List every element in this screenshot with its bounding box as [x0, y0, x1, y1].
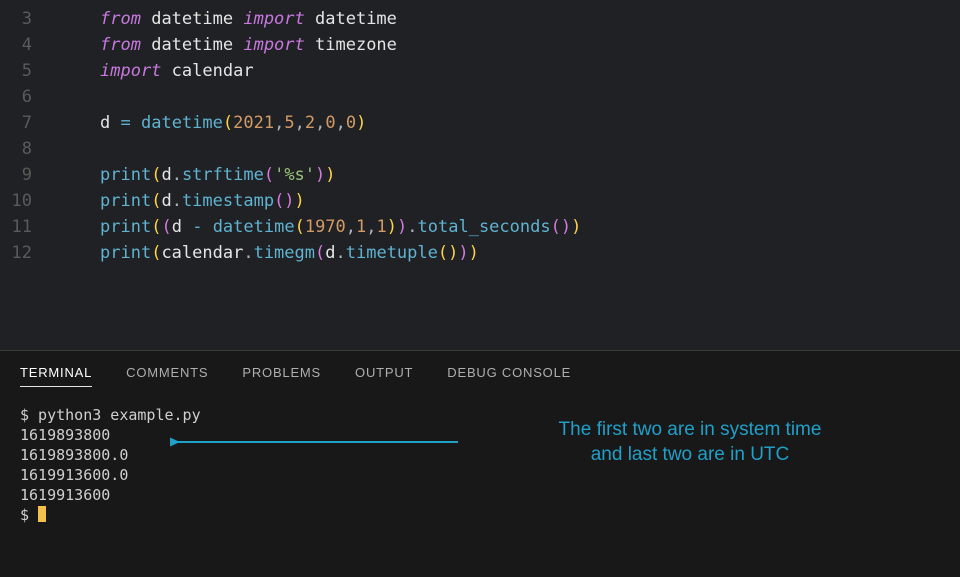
code-line[interactable]: 12print(calendar.timegm(d.timetuple())): [0, 240, 960, 266]
bottom-panel: TERMINAL COMMENTS PROBLEMS OUTPUT DEBUG CONS…: [0, 350, 960, 577]
code-line[interactable]: 11print((d - datetime(1970,1,1)).total_s…: [0, 214, 960, 240]
panel-tab-output[interactable]: OUTPUT: [355, 365, 413, 387]
code-content[interactable]: import calendar: [60, 58, 254, 84]
code-line[interactable]: 10print(d.timestamp()): [0, 188, 960, 214]
code-content[interactable]: print(d.timestamp()): [60, 188, 305, 214]
code-line[interactable]: 6: [0, 84, 960, 110]
code-line[interactable]: 5import calendar: [0, 58, 960, 84]
terminal-body[interactable]: $ python3 example.py16198938001619893800…: [0, 397, 960, 525]
code-line[interactable]: 3from datetime import datetime: [0, 6, 960, 32]
line-number: 5: [0, 58, 60, 84]
panel-tab-terminal[interactable]: TERMINAL: [20, 365, 92, 387]
panel-tab-comments[interactable]: COMMENTS: [126, 365, 208, 387]
code-line[interactable]: 4from datetime import timezone: [0, 32, 960, 58]
line-number: 9: [0, 162, 60, 188]
terminal-cursor: [38, 506, 46, 522]
code-line[interactable]: 8: [0, 136, 960, 162]
line-number: 3: [0, 6, 60, 32]
code-content[interactable]: from datetime import timezone: [60, 32, 397, 58]
annotation-line-2: and last two are in UTC: [470, 442, 910, 467]
panel-tabs: TERMINAL COMMENTS PROBLEMS OUTPUT DEBUG CONS…: [0, 351, 960, 397]
panel-tab-problems[interactable]: PROBLEMS: [242, 365, 321, 387]
code-content[interactable]: print(calendar.timegm(d.timetuple())): [60, 240, 479, 266]
code-content[interactable]: d = datetime(2021,5,2,0,0): [60, 110, 366, 136]
code-content[interactable]: print((d - datetime(1970,1,1)).total_sec…: [60, 214, 581, 240]
annotation-line-1: The first two are in system time: [470, 417, 910, 442]
line-number: 12: [0, 240, 60, 266]
terminal-prompt: $: [20, 506, 38, 524]
line-number: 8: [0, 136, 60, 162]
line-number: 4: [0, 32, 60, 58]
terminal-output-line: 1619913600.0: [20, 465, 940, 485]
line-number: 10: [0, 188, 60, 214]
code-line[interactable]: 7d = datetime(2021,5,2,0,0): [0, 110, 960, 136]
terminal-prompt-line[interactable]: $: [20, 505, 940, 525]
code-line[interactable]: 9print(d.strftime('%s')): [0, 162, 960, 188]
line-number: 7: [0, 110, 60, 136]
code-content[interactable]: from datetime import datetime: [60, 6, 397, 32]
line-number: 6: [0, 84, 60, 110]
terminal-output-line: 1619913600: [20, 485, 940, 505]
annotation-text: The first two are in system time and las…: [470, 417, 910, 467]
panel-tab-debug-console[interactable]: DEBUG CONSOLE: [447, 365, 571, 387]
code-editor[interactable]: 3from datetime import datetime4from date…: [0, 0, 960, 350]
line-number: 11: [0, 214, 60, 240]
code-content[interactable]: print(d.strftime('%s')): [60, 162, 336, 188]
